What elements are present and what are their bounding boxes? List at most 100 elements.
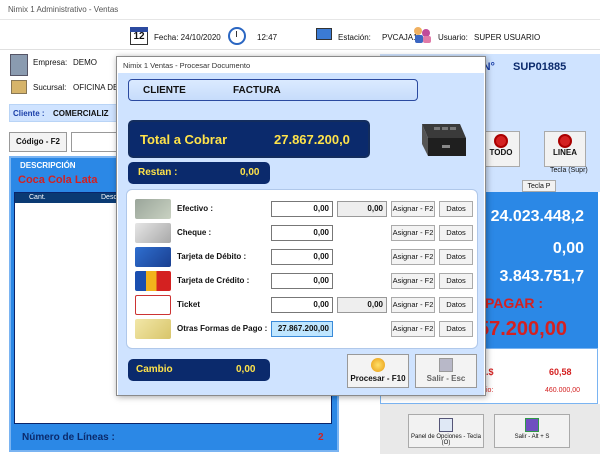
total-to-collect: Total a Cobrar 27.867.200,0 xyxy=(128,120,370,158)
cash-drawer-icon xyxy=(422,124,466,156)
check-assign-button[interactable]: Asignar - F2 xyxy=(391,225,435,241)
empresa-value: DEMO xyxy=(73,58,97,67)
check-amount-input[interactable]: 0,00 xyxy=(271,225,333,241)
codigo-input[interactable] xyxy=(71,132,121,152)
payment-row-cash: Efectivo : 0,00 0,00 Asignar - F2 Datos xyxy=(133,198,473,220)
ticket-icon xyxy=(135,295,171,315)
other-amount-input[interactable]: 27.867.200,00 xyxy=(271,321,333,337)
total-value: 27.867.200,0 xyxy=(274,132,350,147)
lines-label: Número de Líneas : xyxy=(22,432,115,443)
process-label: Procesar - F10 xyxy=(350,374,406,383)
total-value-1: 24.023.448,2 xyxy=(490,208,584,225)
payment-label: Ticket xyxy=(177,300,200,309)
exit-door-icon xyxy=(439,358,453,372)
summary-value-1: 60,58 xyxy=(549,367,572,377)
exit-alt-label: Salir - Alt + S xyxy=(514,434,550,440)
check-data-button[interactable]: Datos xyxy=(439,225,473,241)
other-data-button[interactable]: Datos xyxy=(439,321,473,337)
debit-assign-button[interactable]: Asignar - F2 xyxy=(391,249,435,265)
options-panel-icon xyxy=(439,418,453,432)
credit-data-button[interactable]: Datos xyxy=(439,273,473,289)
empresa-label: Empresa: xyxy=(33,58,68,67)
payment-row-check: Cheque : 0,00 Asignar - F2 Datos xyxy=(133,222,473,244)
delete-line-icon xyxy=(558,134,572,148)
total-label: Total a Cobrar xyxy=(140,132,228,147)
delete-line-button[interactable]: LINEA xyxy=(544,131,586,167)
item-description: Coca Cola Lata xyxy=(18,174,98,186)
credit-assign-button[interactable]: Asignar - F2 xyxy=(391,273,435,289)
time-label: 12:47 xyxy=(257,33,278,42)
options-panel-button[interactable]: Panel de Opciones - Tecla (O) xyxy=(408,414,484,448)
payment-label: Cheque : xyxy=(177,228,212,237)
credit-card-icon xyxy=(135,271,171,291)
station-label: Estación: xyxy=(338,33,371,42)
client-bar: Cliente : COMERCIALIZ xyxy=(9,104,119,122)
cash-amount-input[interactable]: 0,00 xyxy=(271,201,333,217)
change-value: 0,00 xyxy=(236,364,256,375)
change-label: Cambio xyxy=(136,364,173,375)
station-value: PVCAJA1 xyxy=(382,33,418,42)
payment-row-other: Otras Formas de Pago : 27.867.200,00 Asi… xyxy=(133,318,473,340)
window-titlebar: Nimix 1 Administrativo - Ventas xyxy=(0,0,600,20)
ticket-data-button[interactable]: Datos xyxy=(439,297,473,313)
client-value: COMERCIALIZ xyxy=(53,109,109,118)
date-label: Fecha: 24/10/2020 xyxy=(154,33,221,42)
user-label: Usuario: xyxy=(438,33,468,42)
gear-icon xyxy=(371,358,385,372)
exit-alt-button[interactable]: Salir - Alt + S xyxy=(494,414,570,448)
payment-methods-panel: Efectivo : 0,00 0,00 Asignar - F2 Datos … xyxy=(126,189,478,349)
users-icon xyxy=(414,27,432,43)
cash-assign-button[interactable]: Asignar - F2 xyxy=(391,201,435,217)
ticket-assign-button[interactable]: Asignar - F2 xyxy=(391,297,435,313)
credit-amount-input[interactable]: 0,00 xyxy=(271,273,333,289)
server-icon xyxy=(10,54,28,76)
cash-data-button[interactable]: Datos xyxy=(439,201,473,217)
summary-value-2: 460.000,00 xyxy=(545,387,581,394)
ticket-amount-input[interactable]: 0,00 xyxy=(271,297,333,313)
payment-label: Efectivo : xyxy=(177,204,214,213)
pay-label: PAGAR : xyxy=(485,295,544,311)
workstation-icon xyxy=(316,28,332,40)
codigo-button[interactable]: Código - F2 xyxy=(9,132,67,152)
debit-data-button[interactable]: Datos xyxy=(439,249,473,265)
process-document-dialog: Nimix 1 Ventas - Procesar Documento CLIE… xyxy=(116,56,486,396)
process-button[interactable]: Procesar - F10 xyxy=(347,354,409,388)
cash-amount-secondary: 0,00 xyxy=(337,201,387,217)
delete-all-icon xyxy=(494,134,508,148)
tecla-p-button[interactable]: Tecla P xyxy=(522,180,556,192)
other-assign-button[interactable]: Asignar - F2 xyxy=(391,321,435,337)
summary-label-1: .$ xyxy=(486,367,494,377)
dialog-title: Nimix 1 Ventas - Procesar Documento xyxy=(123,61,251,70)
payment-label: Tarjeta de Débito : xyxy=(177,252,247,261)
branch-icon xyxy=(11,80,27,94)
payment-label: Tarjeta de Crédito : xyxy=(177,276,250,285)
payment-row-debit: Tarjeta de Débito : 0,00 Asignar - F2 Da… xyxy=(133,246,473,268)
client-label: Cliente : xyxy=(13,109,45,118)
payment-label: Otras Formas de Pago : xyxy=(177,324,268,333)
change-box: Cambio 0,00 xyxy=(128,359,270,381)
total-value-3: 3.843.751,7 xyxy=(499,268,584,285)
exit-label: Salir - Esc xyxy=(426,374,466,383)
doc-number-value: SUP01885 xyxy=(513,61,567,73)
clock-icon xyxy=(228,27,246,45)
sucursal-label: Sucursal: xyxy=(33,83,67,92)
calendar-day: 12 xyxy=(133,31,145,42)
summary-label-2: io: xyxy=(486,387,494,394)
user-value: SUPER USUARIO xyxy=(474,33,541,42)
exit-button[interactable]: Salir - Esc xyxy=(415,354,477,388)
delete-all-button[interactable]: TODO xyxy=(482,131,520,167)
delete-all-label: TODO xyxy=(489,148,513,157)
ticket-amount-secondary: 0,00 xyxy=(337,297,387,313)
options-panel-label: Panel de Opciones - Tecla (O) xyxy=(411,434,481,446)
debit-card-icon xyxy=(135,247,171,267)
pay-value: 57.200,00 xyxy=(478,318,567,340)
cash-icon xyxy=(135,199,171,219)
col-cant: Cant. xyxy=(29,194,46,201)
dialog-body: CLIENTE FACTURA Total a Cobrar 27.867.20… xyxy=(118,73,484,395)
delete-line-label: LINEA xyxy=(553,148,577,157)
debit-amount-input[interactable]: 0,00 xyxy=(271,249,333,265)
remaining-label: Restan : xyxy=(138,167,178,178)
col-desc: Desc xyxy=(101,194,117,201)
lines-value: 2 xyxy=(318,432,324,443)
total-value-2: 0,00 xyxy=(552,240,584,257)
